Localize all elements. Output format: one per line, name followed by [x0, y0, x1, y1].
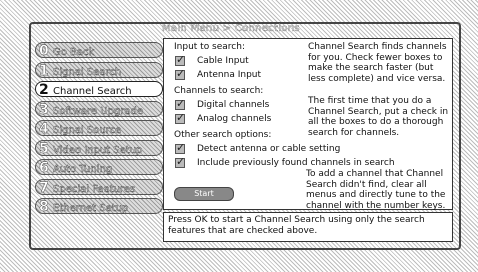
- menu-item-signal-search[interactable]: 1 Signal Search: [35, 61, 163, 79]
- menu-item-label: Go Back: [53, 47, 95, 58]
- description-first-time: The first time that you do a Channel Sea…: [308, 96, 449, 138]
- menu-item-label: Channel Search: [53, 86, 132, 97]
- menu-item-ethernet-setup[interactable]: 8 Ethernet Setup: [35, 198, 163, 215]
- menu-item-number: 0: [39, 43, 49, 59]
- description-speed: Channel Search finds channels for you. C…: [308, 42, 447, 84]
- menu-item-label: Video Input Setup: [53, 144, 143, 156]
- menu-item-label: Ethernet Setup: [53, 203, 129, 214]
- menu-item-number: 4: [39, 121, 49, 137]
- menu-item-software-upgrade[interactable]: 3 Software Upgrade: [35, 100, 163, 118]
- channels-heading: Channels to search:: [174, 86, 264, 96]
- menu-item-special-features[interactable]: 7 Special Features: [35, 178, 163, 196]
- detect-setting-checkbox[interactable]: [175, 142, 185, 154]
- menu-item-number: 7: [39, 179, 49, 196]
- channel-search-panel: Input to search: Cable Input Antenna Inp…: [163, 38, 453, 211]
- antenna-input-checkbox[interactable]: [175, 68, 185, 80]
- menu-item-signal-source[interactable]: 4 Signal Source: [35, 120, 163, 137]
- detect-setting-label: Detect antenna or cable setting: [197, 144, 341, 154]
- menu-item-label: Software Upgrade: [53, 105, 144, 117]
- menu-item-number: 2: [39, 82, 49, 98]
- digital-channels-label: Digital channels: [197, 100, 270, 110]
- menu-item-number: 5: [39, 140, 49, 157]
- menu-item-auto-tuning[interactable]: 6 Auto Tuning: [35, 159, 163, 176]
- include-previous-checkbox[interactable]: [175, 156, 185, 168]
- analog-channels-label: Analog channels: [197, 114, 272, 124]
- menu-item-number: 3: [39, 101, 49, 118]
- menu-item-label: Signal Source: [53, 125, 122, 136]
- menu-item-label: Signal Search: [53, 66, 122, 78]
- digital-channels-checkbox[interactable]: [175, 98, 185, 110]
- menu-item-number: 6: [39, 160, 49, 176]
- start-button[interactable]: Start: [174, 187, 234, 201]
- cable-input-label: Cable Input: [197, 56, 249, 66]
- menu-item-label: Special Features: [53, 183, 136, 195]
- analog-channels-checkbox[interactable]: [175, 112, 185, 124]
- menu-item-go-back[interactable]: 0 Go Back: [35, 42, 163, 59]
- other-options-heading: Other search options:: [174, 130, 272, 140]
- menu-item-number: 1: [39, 62, 49, 79]
- menu-item-channel-search[interactable]: 2 Channel Search: [35, 81, 163, 98]
- help-hint: Press OK to start a Channel Search using…: [163, 212, 453, 242]
- description-add-channel: To add a channel that Channel Search did…: [306, 169, 446, 211]
- antenna-input-label: Antenna Input: [197, 70, 262, 80]
- include-previous-label: Include previously found channels in sea…: [197, 158, 395, 168]
- menu-item-label: Auto Tuning: [53, 164, 113, 175]
- menu-item-number: 8: [39, 199, 49, 215]
- input-heading: Input to search:: [174, 42, 245, 52]
- main-menu: 0 Go Back 1 Signal Search 2 Channel Search …: [35, 42, 163, 218]
- window-title: Main Menu > Connections: [162, 23, 300, 34]
- menu-item-video-input-setup[interactable]: 5 Video Input Setup: [35, 139, 163, 157]
- cable-input-checkbox[interactable]: [175, 54, 185, 66]
